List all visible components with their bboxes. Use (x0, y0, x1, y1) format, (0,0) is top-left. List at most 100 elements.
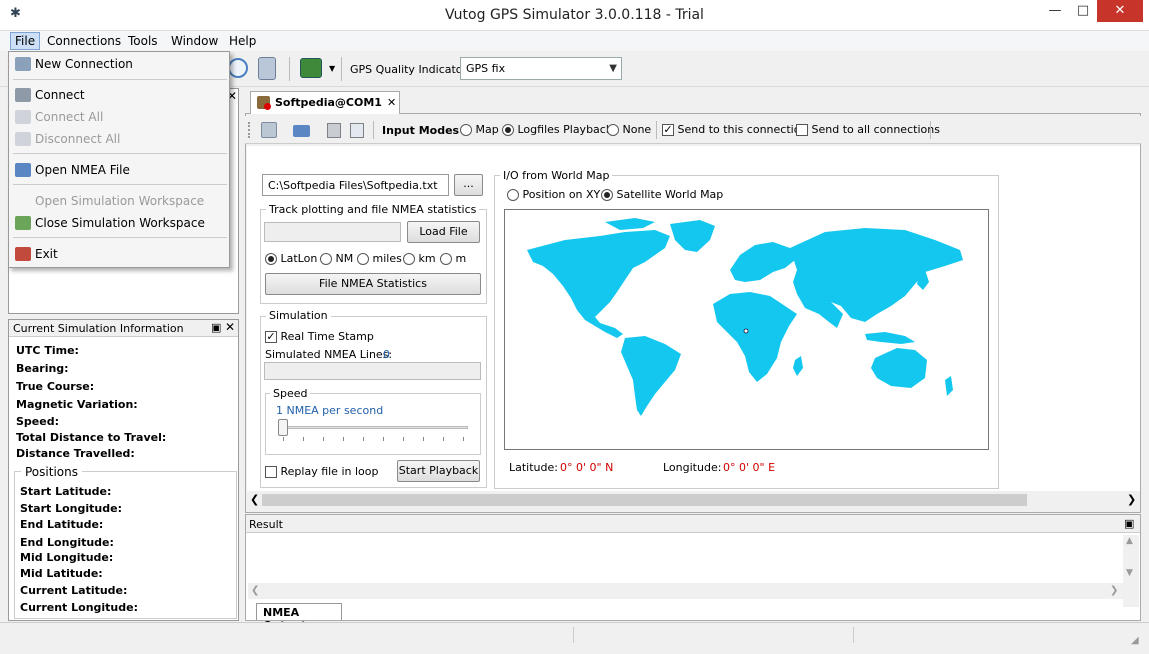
greenland (670, 220, 715, 252)
scroll-up-icon[interactable]: ▲ (1126, 536, 1133, 546)
menu-connections[interactable]: Connections (43, 32, 125, 50)
unit-miles-radio[interactable]: miles (357, 252, 402, 265)
distance-travelled-label: Distance Travelled: (16, 447, 135, 460)
south-america (621, 336, 681, 416)
latitude-label: Latitude: (509, 461, 558, 474)
radio-circle (357, 253, 369, 265)
mode-none-radio[interactable]: None (607, 123, 651, 136)
menu-help[interactable]: Help (225, 32, 260, 50)
gps-quality-select[interactable]: GPS fix ▼ (460, 57, 622, 80)
input-modes-label: Input Modes (382, 124, 460, 137)
radio-circle (507, 189, 519, 201)
preview-icon[interactable] (350, 123, 364, 138)
status-bar: ◢ (0, 622, 1149, 654)
browse-button[interactable]: ... (454, 174, 483, 196)
nmea-lines-label: Simulated NMEA Lines: (265, 348, 393, 361)
scroll-left-icon[interactable]: ❮ (250, 493, 259, 506)
satellite-map-radio[interactable]: Satellite World Map (601, 188, 723, 201)
menu-tools[interactable]: Tools (124, 32, 162, 50)
utc-time-label: UTC Time: (16, 344, 79, 357)
position-xy-radio[interactable]: Position on XY (507, 188, 600, 201)
resize-grip-icon[interactable]: ◢ (1131, 635, 1139, 646)
tab-close-icon[interactable]: ✕ (387, 96, 396, 109)
menu-file[interactable]: File (10, 32, 41, 50)
chevron-down-icon[interactable]: ▼ (329, 64, 335, 73)
menu-item-new-connection[interactable]: New Connection (35, 55, 133, 73)
longitude-value: 0° 0' 0" E (723, 461, 776, 474)
menu-item-connect-all[interactable]: Connect All (35, 108, 103, 126)
send-this-connection-checkbox[interactable]: ✓ Send to this connection (662, 123, 807, 136)
simulation-info-panel: Current Simulation Information ▣ ✕ UTC T… (8, 319, 239, 621)
restore-icon[interactable]: ▣ (1124, 517, 1134, 530)
file-nmea-statistics-button[interactable]: File NMEA Statistics (265, 273, 481, 295)
madagascar (793, 356, 803, 376)
tab-nmea-output[interactable]: NMEA Output (256, 603, 342, 632)
speed-slider-track[interactable] (280, 426, 468, 429)
mode-logfiles-radio[interactable]: Logfiles Playback (502, 123, 612, 136)
gps-quality-label: GPS Quality Indicator (350, 63, 468, 76)
speed-value: 1 NMEA per second (276, 404, 384, 417)
toolbar-separator (656, 121, 657, 139)
clock-icon[interactable] (228, 58, 248, 78)
scroll-thumb[interactable] (262, 494, 1027, 506)
longitude-label: Longitude: (663, 461, 722, 474)
maximize-button[interactable]: □ (1068, 0, 1098, 22)
scroll-left-icon[interactable]: ❮ (251, 585, 259, 596)
connect-icon[interactable] (261, 122, 277, 138)
simulation-info-header: Current Simulation Information ▣ ✕ (9, 320, 238, 337)
close-icon[interactable]: ✕ (225, 320, 235, 334)
replay-loop-label: Replay file in loop (280, 465, 379, 478)
real-time-stamp-checkbox[interactable]: ✓ Real Time Stamp (265, 330, 374, 343)
close-button[interactable]: ✕ (1097, 0, 1143, 22)
send-this-connection-label: Send to this connection (677, 123, 808, 136)
mid-longitude-label: Mid Longitude: (20, 551, 114, 564)
scroll-down-icon[interactable]: ▼ (1126, 568, 1133, 578)
radio-circle (403, 253, 415, 265)
unit-km-radio[interactable]: km (403, 252, 436, 265)
send-all-connections-checkbox[interactable]: Send to all connections (796, 123, 940, 136)
indonesia (865, 332, 915, 344)
start-playback-button[interactable]: Start Playback (397, 460, 480, 482)
speed-slider-thumb[interactable] (278, 419, 288, 436)
folder-icon[interactable] (293, 125, 310, 137)
gps-device-icon[interactable] (300, 58, 322, 78)
bearing-label: Bearing: (16, 362, 69, 375)
load-file-button[interactable]: Load File (407, 221, 480, 243)
toolbar-separator (289, 57, 290, 81)
true-course-label: True Course: (16, 380, 95, 393)
north-america (527, 230, 670, 338)
unit-latlon-radio[interactable]: LatLon (265, 252, 317, 265)
restore-icon[interactable]: ▣ (211, 321, 221, 334)
scroll-right-icon[interactable]: ❯ (1110, 585, 1118, 596)
menu-window[interactable]: Window (167, 32, 222, 50)
unit-nm-radio[interactable]: NM (320, 252, 353, 265)
menu-item-close-sim-workspace[interactable]: Close Simulation Workspace (35, 214, 205, 232)
status-divider (573, 627, 574, 643)
tab-connection[interactable]: Softpedia@COM1 ✕ (250, 91, 400, 114)
start-longitude-label: Start Longitude: (20, 502, 122, 515)
logfile-path-input[interactable]: C:\Softpedia Files\Softpedia.txt (262, 174, 449, 196)
calculator-icon[interactable] (258, 57, 276, 80)
menu-item-exit[interactable]: Exit (35, 245, 58, 263)
error-dot-icon (264, 103, 271, 110)
world-map-canvas[interactable] (504, 209, 989, 450)
minimize-button[interactable]: — (1040, 0, 1070, 22)
simulation-title: Simulation (266, 309, 331, 322)
check-icon: ✓ (662, 123, 674, 136)
menu-item-disconnect-all[interactable]: Disconnect All (35, 130, 120, 148)
save-icon[interactable] (327, 123, 341, 138)
menu-item-open-nmea-file[interactable]: Open NMEA File (35, 161, 130, 179)
replay-loop-checkbox[interactable]: Replay file in loop (265, 465, 378, 478)
unit-latlon-label: LatLon (280, 252, 318, 265)
menu-item-open-sim-workspace[interactable]: Open Simulation Workspace (35, 192, 204, 210)
menu-item-connect[interactable]: Connect (35, 86, 85, 104)
unit-m-radio[interactable]: m (440, 252, 466, 265)
mode-map-radio[interactable]: Map (460, 123, 499, 136)
start-latitude-label: Start Latitude: (20, 485, 112, 498)
tab-label: Softpedia@COM1 (275, 96, 382, 109)
menu-separator (13, 153, 227, 154)
chevron-down-icon: ▼ (609, 63, 617, 74)
result-hscroll[interactable] (248, 583, 1123, 599)
simulation-info-title: Current Simulation Information (13, 322, 184, 335)
scroll-right-icon[interactable]: ❯ (1127, 493, 1136, 506)
